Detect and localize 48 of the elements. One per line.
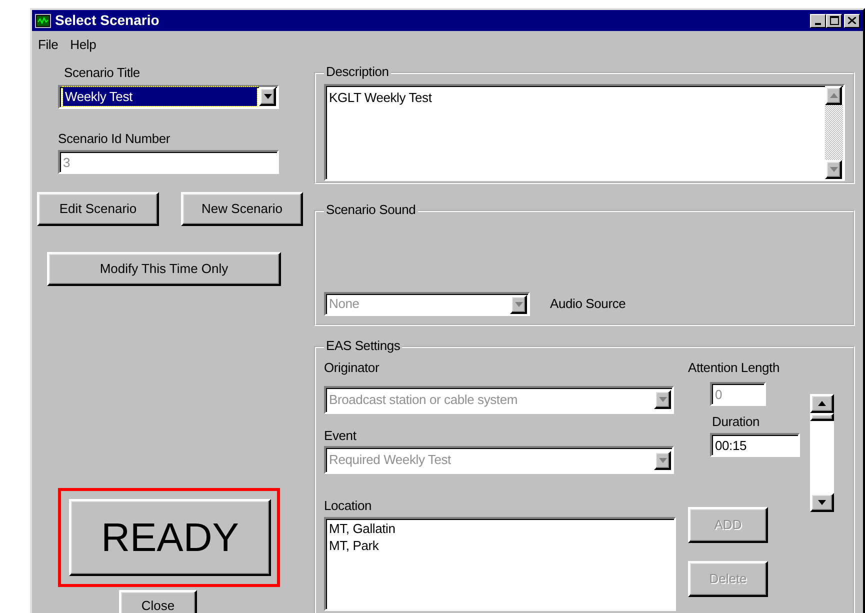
scenario-title-dropdown[interactable]: Weekly Test [58,84,279,108]
close-button[interactable] [844,14,860,28]
ready-button[interactable]: READY [69,499,271,576]
field-label: Attention Length [688,359,780,377]
down-arrow-icon [658,458,666,462]
maximize-icon [830,16,838,25]
down-arrow-icon [658,397,666,402]
scroll-down-button[interactable] [825,160,842,179]
scrollbar[interactable] [810,394,834,512]
list-item[interactable]: MT, Gallatin [329,520,396,536]
minimize-button[interactable] [810,14,826,28]
field-label: Originator [324,359,380,377]
close-dialog-button[interactable]: Close [119,590,197,613]
field-label: Audio Source [550,294,626,312]
description-textarea[interactable]: KGLT Weekly Test [324,84,845,181]
field-label: Scenario Title [64,64,141,82]
menu-item[interactable]: Help [64,35,102,55]
down-arrow-icon [818,500,826,505]
field-label: Duration [712,412,761,430]
scroll-down-button[interactable] [810,493,834,512]
dropdown-arrow-button[interactable] [259,87,276,106]
scrollbar[interactable] [825,86,843,179]
scenario-button[interactable]: Edit Scenario [37,192,159,226]
scroll-up-button[interactable] [825,86,842,105]
scenario-button[interactable]: New Scenario [181,192,303,226]
group-title: Description [324,65,391,79]
duration-field[interactable]: 00:15 [710,433,800,457]
down-arrow-icon [514,302,522,306]
app-icon [35,14,51,28]
up-arrow-icon [818,401,826,406]
scroll-thumb[interactable] [810,413,834,421]
location-listbox[interactable]: MT, Gallatin MT, Park [324,516,676,610]
down-arrow-icon [264,94,272,99]
list-item[interactable]: MT, Park [329,536,379,554]
field-label: Scenario Id Number [58,130,172,148]
modify-button[interactable]: Modify This Time Only [47,252,281,286]
maximize-button[interactable] [826,14,842,28]
group-title: EAS Settings [324,339,402,353]
scroll-up-button[interactable] [810,394,834,413]
group-title: Scenario Sound [324,203,418,217]
minimize-icon [815,22,821,24]
up-arrow-icon [830,93,838,98]
window-title: Select Scenario [55,11,160,30]
down-arrow-icon [830,167,838,172]
menu-item[interactable]: File [32,35,64,55]
field-label: Event [324,426,358,444]
field-label: Location [324,497,373,515]
close-icon [848,17,856,24]
